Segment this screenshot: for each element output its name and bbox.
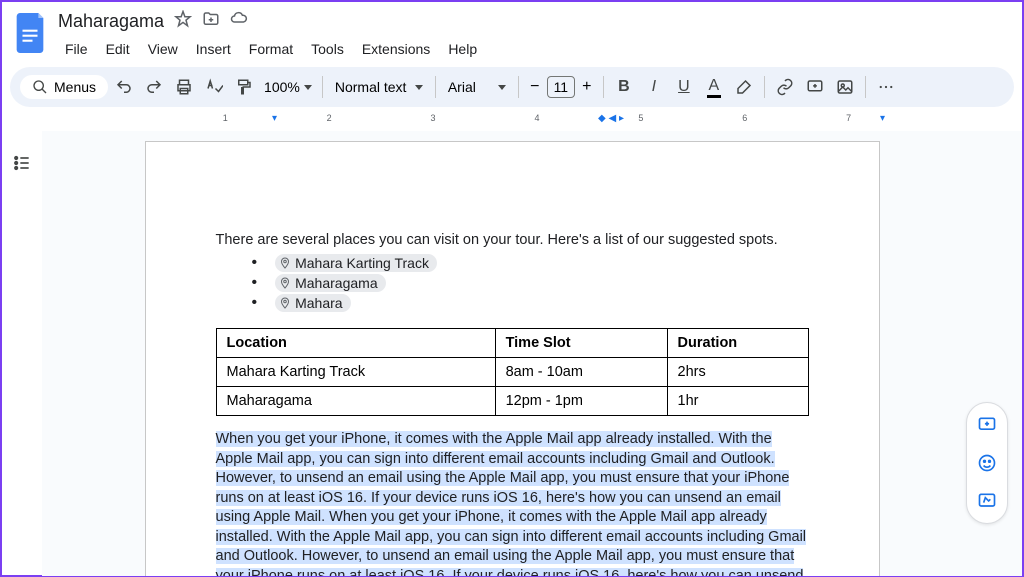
underline-button[interactable]: U (670, 73, 698, 101)
font-size-control: − + (525, 76, 597, 98)
side-comment-tools (966, 402, 1008, 524)
place-chip[interactable]: Mahara (275, 294, 350, 312)
move-icon[interactable] (202, 10, 220, 33)
italic-button[interactable]: I (640, 73, 668, 101)
place-chip[interactable]: Maharagama (275, 274, 386, 292)
menu-bar: File Edit View Insert Format Tools Exten… (58, 37, 1012, 61)
list-item: Mahara (252, 294, 809, 312)
styles-dropdown[interactable]: Normal text (329, 79, 429, 95)
menus-search-button[interactable]: Menus (20, 75, 108, 99)
zoom-dropdown[interactable]: 100% (260, 79, 316, 95)
menu-help[interactable]: Help (441, 37, 484, 61)
toolbar: Menus 100% Normal text Arial − + B I U A (10, 67, 1014, 107)
schedule-table: LocationTime SlotDuration Mahara Karting… (216, 328, 809, 416)
left-sidebar (2, 131, 42, 576)
menu-insert[interactable]: Insert (189, 37, 238, 61)
intro-text: There are several places you can visit o… (216, 232, 809, 248)
more-button[interactable] (872, 73, 900, 101)
bold-button[interactable]: B (610, 73, 638, 101)
font-size-decrease[interactable]: − (525, 77, 545, 97)
add-comment-button[interactable] (801, 73, 829, 101)
table-header: Time Slot (495, 329, 667, 358)
suggest-edits-button[interactable] (971, 485, 1003, 517)
highlight-button[interactable] (730, 73, 758, 101)
menu-extensions[interactable]: Extensions (355, 37, 437, 61)
spellcheck-button[interactable] (200, 73, 228, 101)
place-chip[interactable]: Mahara Karting Track (275, 254, 437, 272)
table-header: Duration (667, 329, 808, 358)
font-size-increase[interactable]: + (577, 77, 597, 97)
table-row: Mahara Karting Track8am - 10am2hrs (216, 358, 808, 387)
add-comment-side-button[interactable] (971, 409, 1003, 441)
menu-file[interactable]: File (58, 37, 95, 61)
print-button[interactable] (170, 73, 198, 101)
document-canvas: There are several places you can visit o… (42, 131, 1022, 576)
add-emoji-button[interactable] (971, 447, 1003, 479)
menu-view[interactable]: View (141, 37, 185, 61)
undo-button[interactable] (110, 73, 138, 101)
list-item: Maharagama (252, 274, 809, 292)
document-title[interactable]: Maharagama (58, 11, 164, 32)
selected-paragraph: When you get your iPhone, it comes with … (216, 430, 809, 576)
docs-logo-icon[interactable] (12, 10, 48, 56)
cloud-icon[interactable] (230, 10, 248, 33)
insert-image-button[interactable] (831, 73, 859, 101)
app-header: Maharagama File Edit View Insert Format … (2, 2, 1022, 61)
list-item: Mahara Karting Track (252, 254, 809, 272)
menu-edit[interactable]: Edit (99, 37, 137, 61)
document-page[interactable]: There are several places you can visit o… (145, 141, 880, 576)
ruler[interactable]: 1234567▾◆ ◀ ▸▾ (42, 113, 1022, 131)
insert-link-button[interactable] (771, 73, 799, 101)
font-size-input[interactable] (547, 76, 575, 98)
redo-button[interactable] (140, 73, 168, 101)
outline-button[interactable] (8, 149, 36, 177)
paint-format-button[interactable] (230, 73, 258, 101)
table-row: Maharagama12pm - 1pm1hr (216, 387, 808, 416)
text-color-button[interactable]: A (700, 73, 728, 101)
places-list: Mahara Karting Track Maharagama Mahara (216, 254, 809, 312)
font-dropdown[interactable]: Arial (442, 79, 512, 95)
menu-tools[interactable]: Tools (304, 37, 351, 61)
star-icon[interactable] (174, 10, 192, 33)
menu-format[interactable]: Format (242, 37, 300, 61)
table-header: Location (216, 329, 495, 358)
